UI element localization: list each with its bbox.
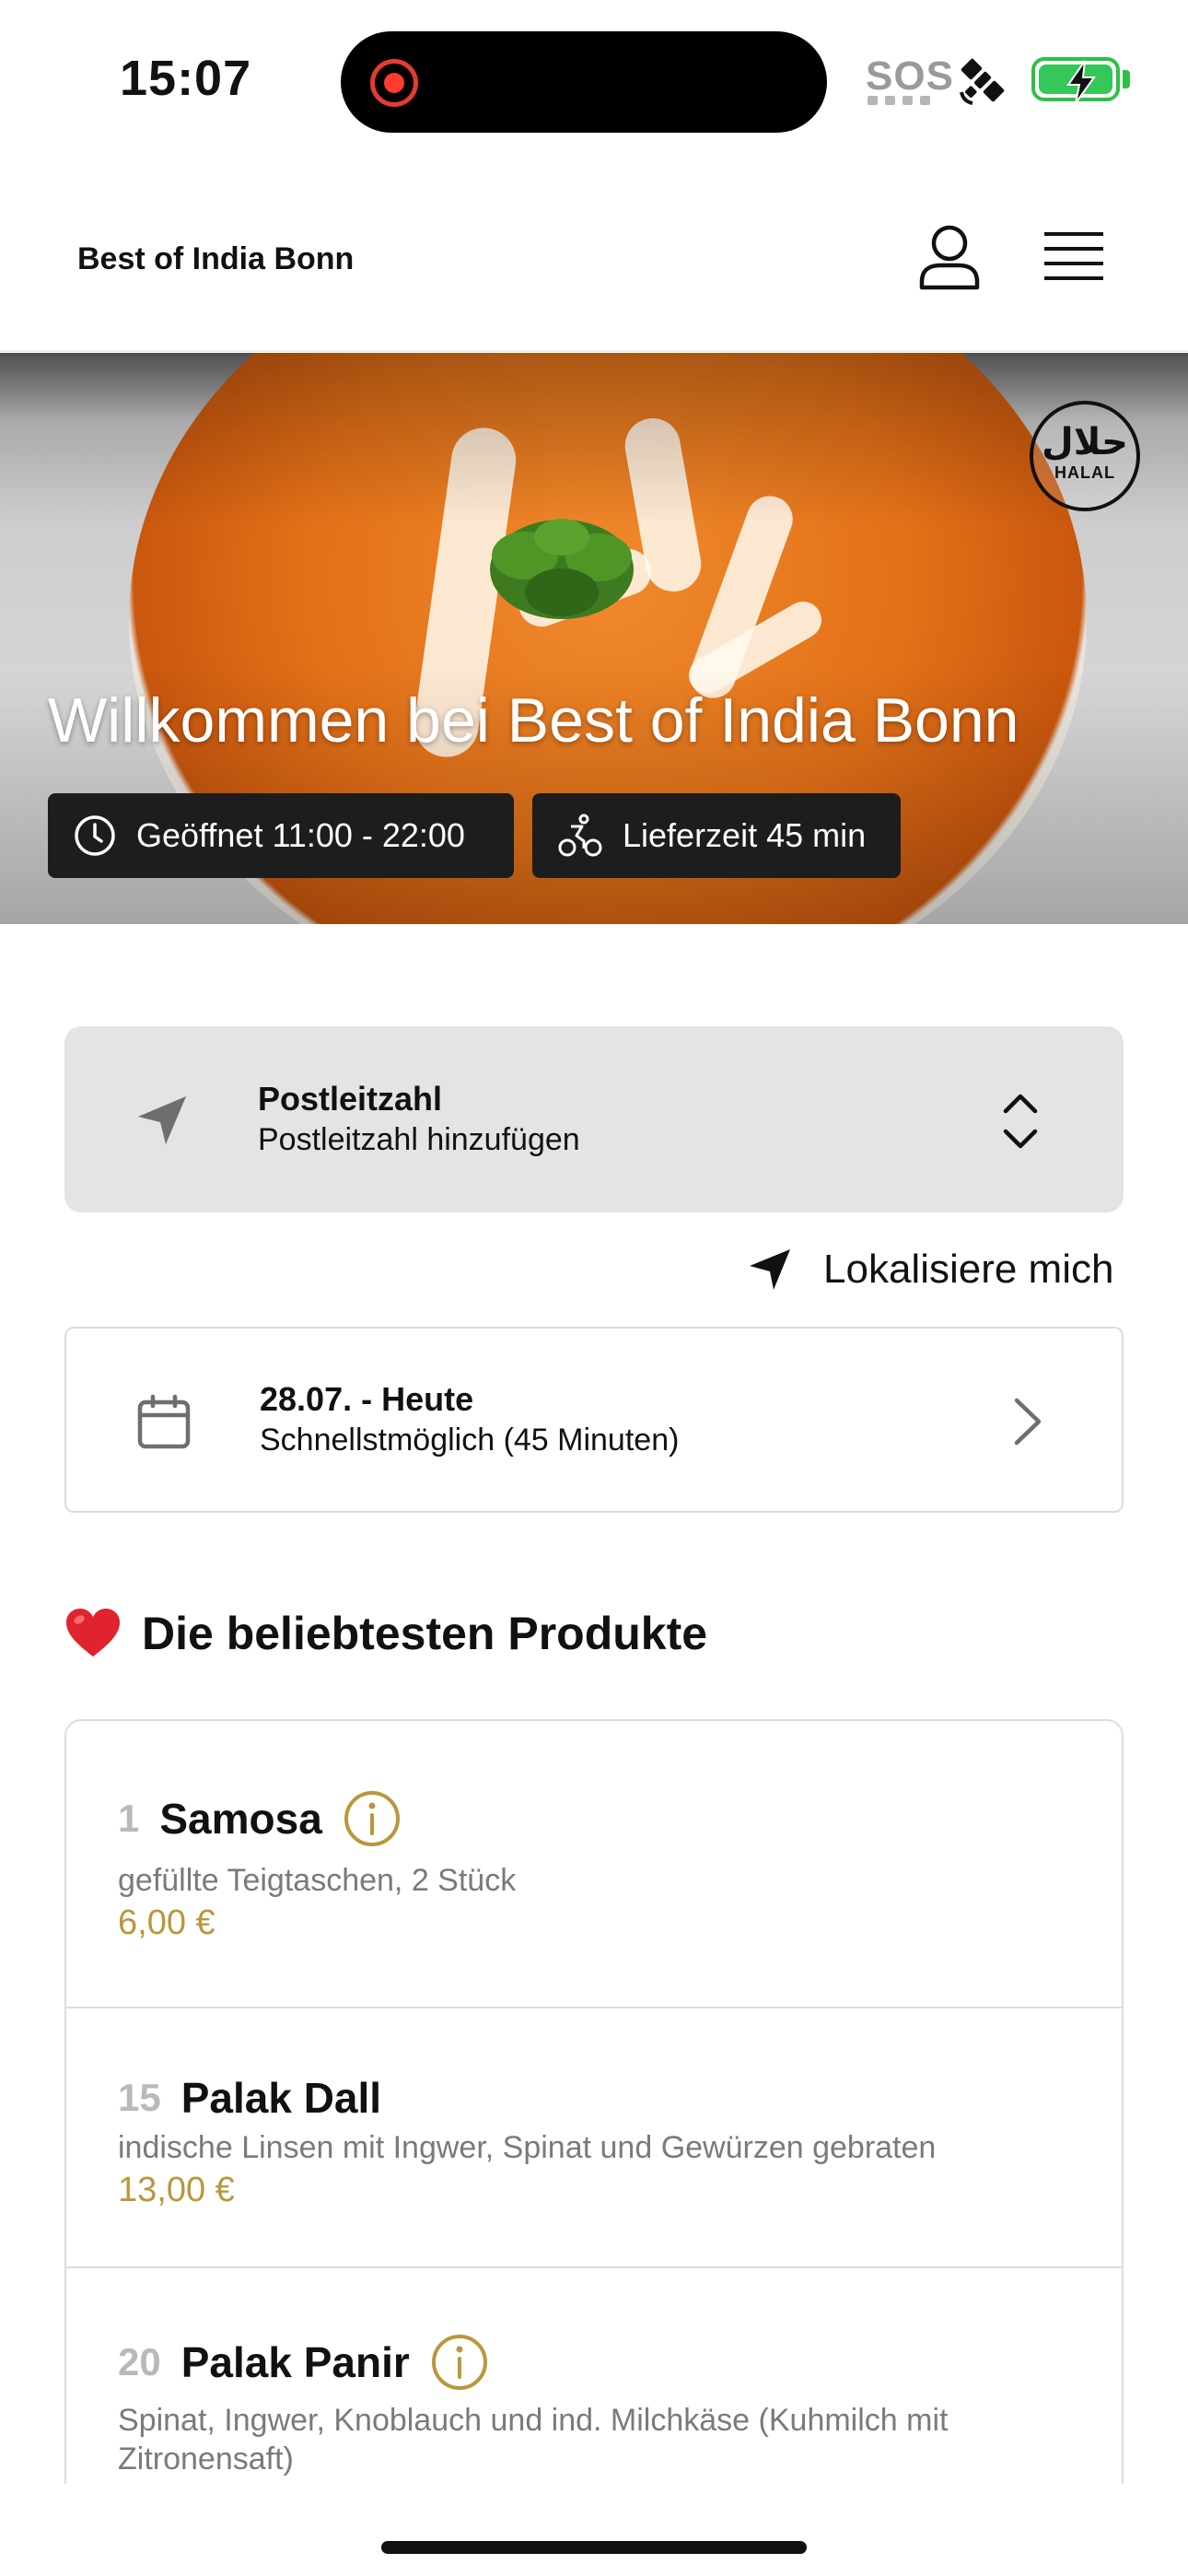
signal-dots-icon xyxy=(868,96,930,105)
battery-icon xyxy=(1031,57,1120,104)
product-name: Palak Dall xyxy=(181,2074,382,2122)
welcome-title: Willkommen bei Best of India Bonn xyxy=(48,685,1019,755)
chevron-up-down-icon xyxy=(1003,1094,1038,1149)
navigation-arrow-icon xyxy=(750,1249,790,1290)
product-name: Samosa xyxy=(159,1795,322,1843)
product-item[interactable]: 15 Palak Dall indische Linsen mit Ingwer… xyxy=(66,2008,1122,2268)
locate-me-button[interactable]: Lokalisiere mich xyxy=(748,1242,1113,1297)
account-icon[interactable] xyxy=(917,223,982,291)
screen-recording-icon xyxy=(370,59,418,107)
popular-products-heading: Die beliebtesten Produkte xyxy=(64,1607,707,1660)
product-item[interactable]: 1 Samosa gefüllte Teigtaschen, 2 Stück 6… xyxy=(66,1721,1122,2008)
app-header: Best of India Bonn xyxy=(0,157,1188,352)
locate-me-label: Lokalisiere mich xyxy=(823,1247,1114,1292)
delivery-date-selector[interactable]: 28.07. - Heute Schnellstmöglich (45 Minu… xyxy=(64,1327,1124,1513)
calendar-icon xyxy=(137,1394,191,1449)
hero-banner: حلال HALAL Willkommen bei Best of India … xyxy=(0,353,1188,924)
bicycle-courier-icon xyxy=(558,814,602,857)
location-arrow-icon xyxy=(138,1096,186,1144)
delivery-time-option: Schnellstmöglich (45 Minuten) xyxy=(260,1423,680,1458)
delivery-time-text: Lieferzeit 45 min xyxy=(623,816,867,854)
charging-bolt-icon xyxy=(1066,60,1096,104)
popular-products-list: 1 Samosa gefüllte Teigtaschen, 2 Stück 6… xyxy=(64,1719,1124,2484)
chevron-right-icon xyxy=(1014,1398,1042,1446)
product-number: 20 xyxy=(118,2340,161,2383)
clock-icon xyxy=(75,815,115,856)
product-price: 13,00 € xyxy=(118,2171,235,2209)
product-name: Palak Panir xyxy=(181,2338,410,2386)
delivery-time-badge: Lieferzeit 45 min xyxy=(532,793,901,878)
product-description: gefüllte Teigtaschen, 2 Stück xyxy=(118,1863,517,1898)
battery-cap xyxy=(1123,70,1130,88)
opening-hours-badge: Geöffnet 11:00 - 22:00 xyxy=(48,793,514,878)
info-icon[interactable] xyxy=(343,1789,402,1848)
opening-hours-text: Geöffnet 11:00 - 22:00 xyxy=(136,816,465,854)
info-icon[interactable] xyxy=(430,2333,489,2392)
delivery-date-label: 28.07. - Heute xyxy=(260,1380,474,1418)
halal-badge: حلال HALAL xyxy=(1030,401,1140,511)
product-number: 15 xyxy=(118,2076,161,2119)
postcode-placeholder: Postleitzahl hinzufügen xyxy=(258,1122,580,1157)
dynamic-island xyxy=(341,31,827,133)
product-description: indische Linsen mit Ingwer, Spinat und G… xyxy=(118,2130,937,2165)
heart-icon xyxy=(66,1609,120,1657)
hamburger-menu-icon[interactable] xyxy=(1042,228,1105,284)
home-indicator[interactable] xyxy=(381,2541,807,2554)
satellite-icon xyxy=(960,58,1005,105)
postcode-label: Postleitzahl xyxy=(258,1080,443,1118)
restaurant-name[interactable]: Best of India Bonn xyxy=(77,241,354,277)
product-price: 6,00 € xyxy=(118,1903,215,1942)
postcode-selector[interactable]: Postleitzahl Postleitzahl hinzufügen xyxy=(64,1026,1124,1212)
sos-indicator: SOS xyxy=(866,53,954,99)
product-description: Spinat, Ingwer, Knoblauch und ind. Milch… xyxy=(118,2403,949,2476)
product-item[interactable]: 20 Palak Panir Spinat, Ingwer, Knoblauch… xyxy=(66,2268,1122,2484)
product-number: 1 xyxy=(118,1797,140,1840)
status-time: 15:07 xyxy=(120,51,252,106)
status-bar: 15:07 SOS xyxy=(0,0,1188,157)
